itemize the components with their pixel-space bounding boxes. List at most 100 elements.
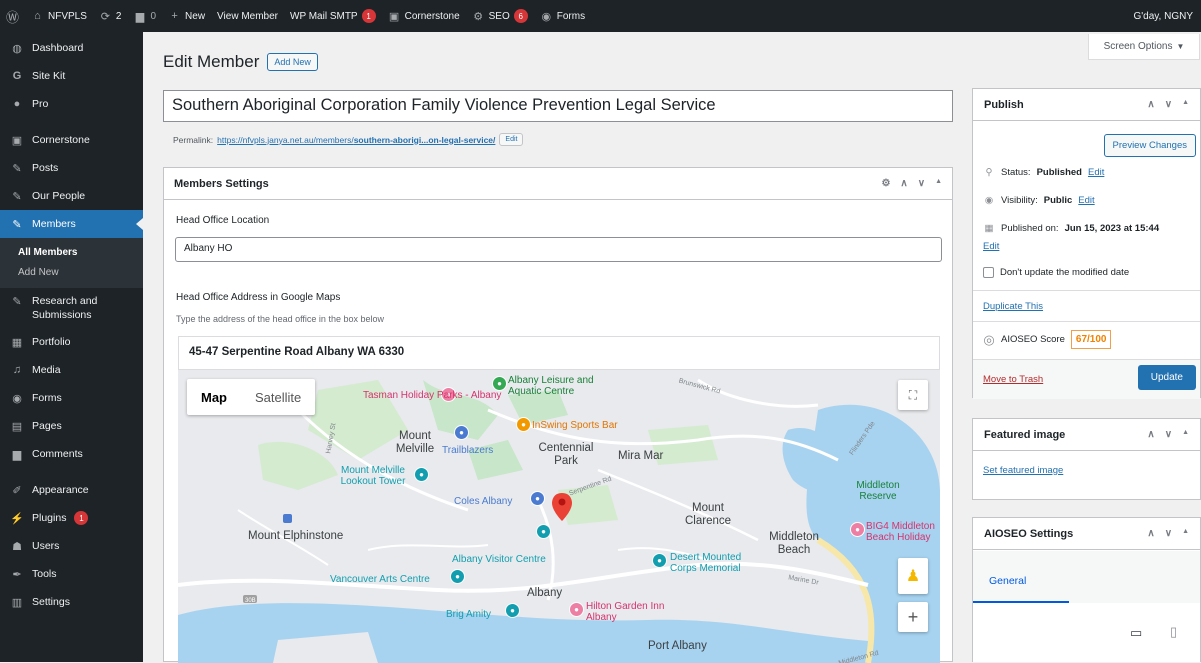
site-name-link[interactable]: ⌂ NFVPLS <box>25 0 93 32</box>
menu-tools[interactable]: ✒ Tools <box>0 560 143 588</box>
menu-label: Our People <box>32 190 86 202</box>
map-label-visitor-centre: Albany Visitor Centre <box>452 554 546 565</box>
cornerstone-link[interactable]: ▣ Cornerstone <box>382 0 466 32</box>
menu-appearance[interactable]: ✐ Appearance <box>0 476 143 504</box>
submenu-all-members[interactable]: All Members <box>0 242 143 262</box>
toggle-panel-icon[interactable]: ▲ <box>1182 429 1189 440</box>
new-content-link[interactable]: + New <box>162 0 211 32</box>
move-up-icon[interactable]: ∧ <box>1147 528 1154 539</box>
wordpress-logo[interactable]: Ⓦ <box>0 0 25 32</box>
post-title-input[interactable]: Southern Aboriginal Corporation Family V… <box>163 90 953 122</box>
published-row: ▦ Published on: Jun 15, 2023 at 15:44 <box>983 223 1160 234</box>
dont-update-checkbox[interactable] <box>983 267 994 278</box>
calendar-icon: ▦ <box>984 223 994 234</box>
gear-icon[interactable]: ⚙ <box>881 178 890 189</box>
move-up-icon[interactable]: ∧ <box>1147 429 1154 440</box>
permalink-edit-button[interactable]: Edit <box>499 133 524 146</box>
submenu-add-new[interactable]: Add New <box>0 262 143 282</box>
menu-members[interactable]: ✎ Members <box>0 210 143 238</box>
park-pin-icon: ● <box>492 376 507 391</box>
head-office-input[interactable]: Albany HO <box>175 237 942 262</box>
toggle-panel-icon[interactable]: ▲ <box>1182 528 1189 539</box>
seo-badge: 6 <box>513 9 528 23</box>
move-up-icon[interactable]: ∧ <box>1147 99 1154 110</box>
move-down-icon[interactable]: ∨ <box>1165 429 1172 440</box>
view-member-link[interactable]: View Member <box>211 0 284 32</box>
wp-mail-smtp-link[interactable]: WP Mail SMTP 1 <box>284 0 382 32</box>
map-tab[interactable]: Map <box>187 390 241 405</box>
featured-image-title: Featured image <box>984 428 1066 441</box>
menu-research[interactable]: ✎ Research and Submissions <box>0 288 143 328</box>
menu-site-kit[interactable]: G Site Kit <box>0 62 143 90</box>
zoom-in-icon[interactable]: + <box>898 602 928 632</box>
fullscreen-icon[interactable]: ⛶ <box>898 380 928 410</box>
menu-label: Users <box>32 540 60 552</box>
google-map[interactable]: Map Satellite ⛶ ♟ + ● Tasman Holiday Par… <box>178 370 940 663</box>
menu-cornerstone[interactable]: ▣ Cornerstone <box>0 126 143 154</box>
add-new-button[interactable]: Add New <box>267 53 318 71</box>
street-view-icon[interactable]: ♟ <box>898 558 928 594</box>
permalink-link[interactable]: https://nfvpls.janya.net.au/members/sout… <box>217 135 495 145</box>
menu-label: Posts <box>32 162 59 174</box>
featured-image-box: Featured image ∧ ∨ ▲ Set featured image <box>972 418 1201 500</box>
menu-forms[interactable]: ◉ Forms <box>0 384 143 412</box>
featured-image-header: Featured image ∧ ∨ ▲ <box>973 419 1200 451</box>
menu-our-people[interactable]: ✎ Our People <box>0 182 143 210</box>
status-value: Published <box>1036 167 1082 178</box>
preview-changes-button[interactable]: Preview Changes <box>1103 134 1196 157</box>
aioseo-tabs: General <box>973 551 1200 603</box>
seo-link[interactable]: ⚙ SEO 6 <box>466 0 534 32</box>
move-to-trash-link[interactable]: Move to Trash <box>983 374 1043 385</box>
menu-pro[interactable]: ● Pro <box>0 90 143 118</box>
map-label-middleton-beach: Middleton Beach <box>769 531 819 556</box>
menu-label: Research and Submissions <box>32 295 98 321</box>
map-label-mount-elphinstone: Mount Elphinstone <box>248 530 344 542</box>
mobile-icon[interactable]: ▯ <box>1170 624 1177 640</box>
published-value: Jun 15, 2023 at 15:44 <box>1064 223 1160 234</box>
plugins-icon: ⚡ <box>10 512 24 525</box>
sitekit-icon: G <box>12 70 22 82</box>
menu-pages[interactable]: ▤ Pages <box>0 412 143 440</box>
move-down-icon[interactable]: ∨ <box>1165 99 1172 110</box>
forms-link[interactable]: ◉ Forms <box>534 0 591 32</box>
cornerstone-icon: ▣ <box>11 134 23 147</box>
comments-link[interactable]: ▆ 0 <box>127 0 162 32</box>
menu-settings[interactable]: ▥ Settings <box>0 588 143 616</box>
address-search-input[interactable]: 45-47 Serpentine Road Albany WA 6330 <box>178 336 940 370</box>
menu-portfolio[interactable]: ▦ Portfolio <box>0 328 143 356</box>
move-down-icon[interactable]: ∨ <box>1165 528 1172 539</box>
updates-count: 2 <box>115 10 122 22</box>
published-edit-link[interactable]: Edit <box>983 241 999 252</box>
map-label-mira-mar: Mira Mar <box>618 450 664 462</box>
bar-pin-icon: ● <box>516 417 531 432</box>
toggle-panel-icon[interactable]: ▲ <box>1182 99 1189 110</box>
menu-users[interactable]: ☗ Users <box>0 532 143 560</box>
aioseo-score-value[interactable]: 67/100 <box>1070 330 1112 349</box>
screen-options-button[interactable]: Screen Options ▼ <box>1088 34 1200 60</box>
members-settings-header: Members Settings ⚙ ∧ ∨ ▲ <box>164 168 952 200</box>
account-menu[interactable]: G'day, NGNY <box>1127 0 1201 32</box>
menu-dashboard[interactable]: ◍ Dashboard <box>0 34 143 62</box>
status-row: ⚲ Status: Published Edit <box>983 167 1105 178</box>
menu-comments[interactable]: ▆ Comments <box>0 440 143 468</box>
desktop-icon[interactable]: ▭ <box>1130 625 1142 641</box>
move-down-icon[interactable]: ∨ <box>918 178 925 189</box>
toggle-panel-icon[interactable]: ▲ <box>935 178 942 189</box>
update-button[interactable]: Update <box>1137 365 1196 390</box>
status-edit-link[interactable]: Edit <box>1088 167 1104 178</box>
visibility-edit-link[interactable]: Edit <box>1078 195 1094 206</box>
admin-bar: Ⓦ ⌂ NFVPLS ⟳ 2 ▆ 0 + New View Member WP Mail… <box>0 0 1201 32</box>
menu-plugins[interactable]: ⚡ Plugins 1 <box>0 504 143 532</box>
menu-posts[interactable]: ✎ Posts <box>0 154 143 182</box>
duplicate-link[interactable]: Duplicate This <box>983 301 1043 312</box>
school-pin-icon <box>283 514 292 523</box>
aioseo-settings-box: AIOSEO Settings ∧ ∨ ▲ General ▭ ▯ <box>972 517 1201 662</box>
updates-link[interactable]: ⟳ 2 <box>93 0 128 32</box>
tab-general[interactable]: General <box>989 575 1026 587</box>
satellite-tab[interactable]: Satellite <box>241 390 315 405</box>
map-label-centennial: Centennial Park <box>538 442 594 467</box>
move-up-icon[interactable]: ∧ <box>900 178 907 189</box>
forms-icon: ◉ <box>12 392 22 405</box>
set-featured-image-link[interactable]: Set featured image <box>983 465 1063 476</box>
menu-media[interactable]: ♫ Media <box>0 356 143 384</box>
